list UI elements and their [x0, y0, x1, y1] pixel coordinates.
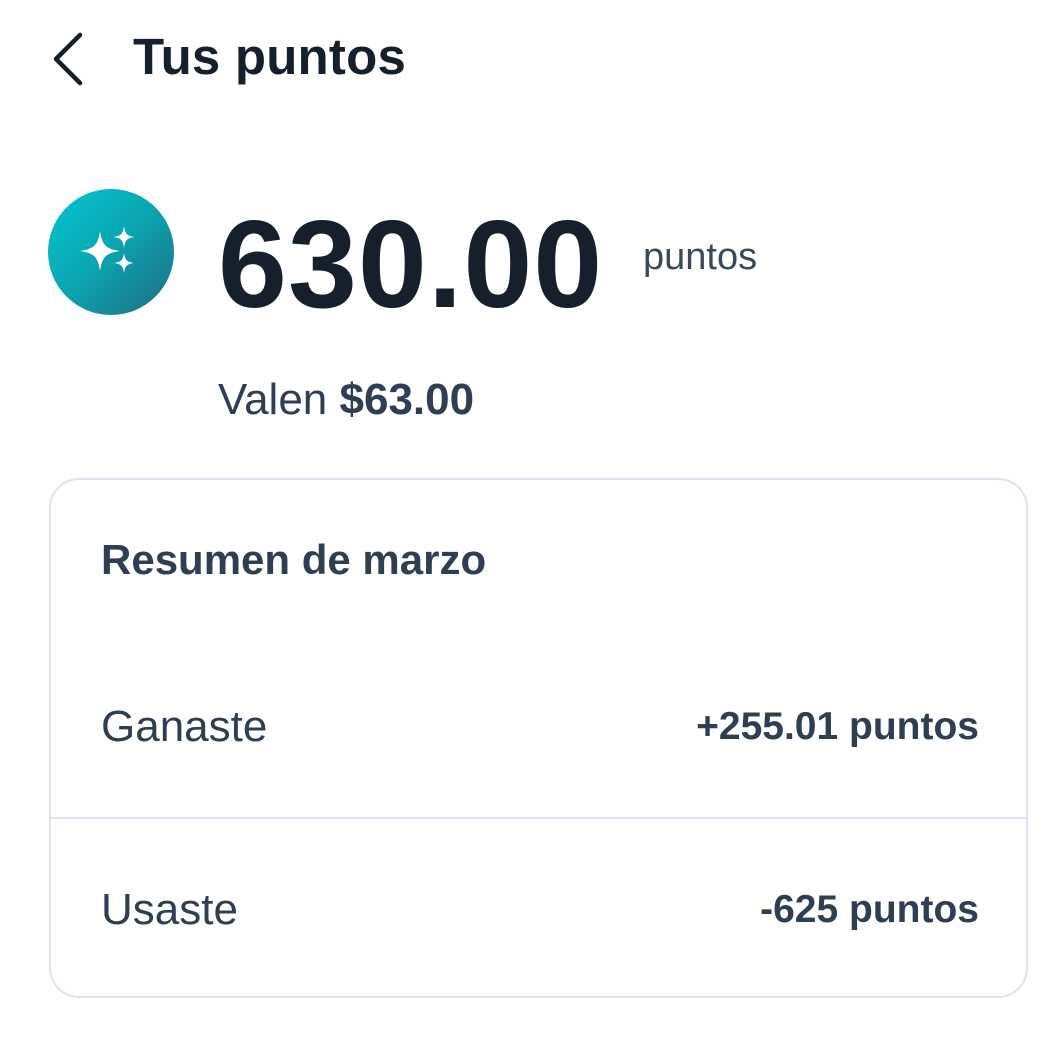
used-value: -625 puntos [760, 888, 979, 931]
summary-title: Resumen de marzo [101, 536, 487, 583]
summary-row-earned: Ganaste +255.01 puntos [51, 668, 1026, 788]
divider [51, 817, 1026, 819]
top-bar: Tus puntos [0, 0, 1059, 115]
page-title: Tus puntos [133, 28, 407, 85]
used-label: Usaste [101, 885, 238, 934]
points-badge [48, 189, 174, 315]
back-button[interactable] [38, 22, 98, 92]
earned-label: Ganaste [101, 702, 268, 751]
points-worth: Valen $63.00 [218, 372, 474, 428]
earned-value: +255.01 puntos [696, 705, 979, 748]
worth-prefix: Valen [218, 375, 328, 424]
summary-row-used: Usaste -625 puntos [51, 851, 1026, 971]
points-balance-value: 630.00 [218, 196, 604, 334]
chevron-left-icon[interactable] [50, 31, 86, 87]
sparkles-icon [80, 226, 135, 273]
monthly-summary-card: Resumen de marzo Ganaste +255.01 puntos … [49, 478, 1028, 998]
points-unit-label: puntos [643, 236, 758, 278]
worth-amount: $63.00 [339, 375, 475, 424]
